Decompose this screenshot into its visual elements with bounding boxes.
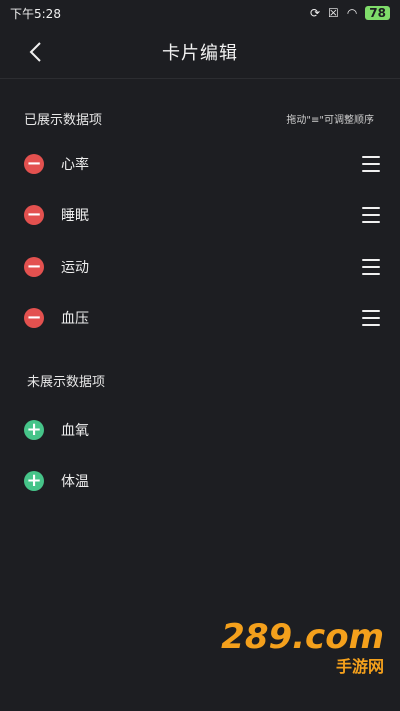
- hidden-section-header: 未展示数据项: [0, 365, 400, 395]
- list-item: − 血压: [0, 296, 400, 340]
- list-item: + 体温: [0, 459, 400, 503]
- chevron-left-icon: [29, 42, 41, 62]
- battery-icon: 78: [365, 6, 390, 20]
- remove-icon[interactable]: −: [24, 308, 44, 328]
- drag-handle-icon[interactable]: [362, 207, 380, 223]
- item-label: 运动: [61, 260, 89, 276]
- item-label: 血氧: [61, 423, 89, 439]
- reorder-hint: 拖动"≡"可调整顺序: [286, 114, 374, 126]
- remove-icon[interactable]: −: [24, 154, 44, 174]
- shown-section-title: 已展示数据项: [24, 112, 103, 128]
- list-item: − 运动: [0, 245, 400, 289]
- list-item: + 血氧: [0, 408, 400, 452]
- back-button[interactable]: [18, 34, 54, 70]
- sync-icon: ⟳: [309, 6, 321, 20]
- status-time: 下午5:28: [10, 6, 61, 21]
- add-icon[interactable]: +: [24, 471, 44, 491]
- wifi-icon: ◠: [346, 6, 358, 20]
- shown-section-header: 已展示数据项 拖动"≡"可调整顺序: [0, 103, 400, 133]
- add-icon[interactable]: +: [24, 420, 44, 440]
- watermark-main: 289.com: [221, 617, 384, 657]
- remove-icon[interactable]: −: [24, 205, 44, 225]
- drag-handle-icon[interactable]: [362, 259, 380, 275]
- item-label: 心率: [61, 157, 89, 173]
- status-bar: 下午5:28 ⟳ ☒ ◠ 78: [0, 0, 400, 26]
- item-label: 睡眠: [61, 208, 89, 224]
- drag-handle-icon[interactable]: [362, 310, 380, 326]
- header: 卡片编辑: [0, 26, 400, 79]
- list-item: − 睡眠: [0, 193, 400, 237]
- hidden-section-title: 未展示数据项: [27, 374, 106, 390]
- drag-handle-icon[interactable]: [362, 156, 380, 172]
- list-item: − 心率: [0, 142, 400, 186]
- item-label: 体温: [61, 474, 89, 490]
- remove-icon[interactable]: −: [24, 257, 44, 277]
- item-label: 血压: [61, 311, 89, 327]
- watermark-logo: 289.com 手游网: [221, 617, 384, 677]
- sim-icon: ☒: [328, 6, 339, 20]
- status-icons: ⟳ ☒ ◠ 78: [310, 6, 390, 20]
- page-title: 卡片编辑: [162, 43, 238, 64]
